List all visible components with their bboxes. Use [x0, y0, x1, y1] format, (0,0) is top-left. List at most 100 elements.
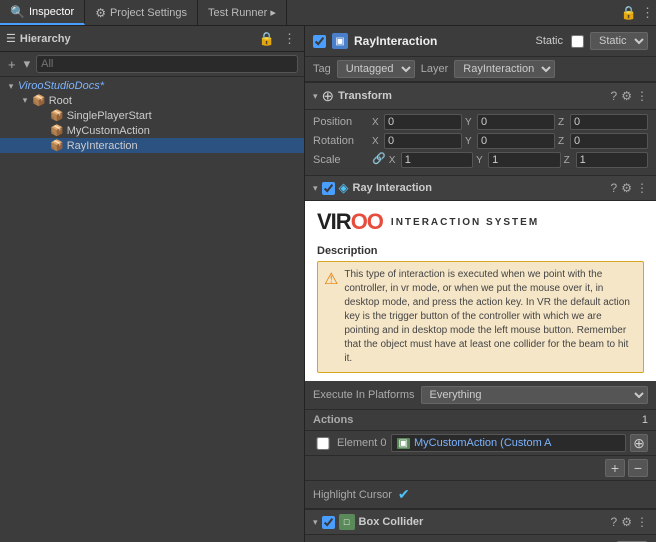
element-value[interactable]: ▣ MyCustomAction (Custom A [391, 434, 626, 452]
tab-bar-lock-button[interactable]: 🔒 [619, 5, 639, 21]
element-add-button[interactable]: ⊕ [630, 434, 648, 452]
rotation-z-input[interactable] [570, 133, 648, 149]
add-item-button[interactable]: + [6, 57, 18, 72]
tab-project-settings-label: Project Settings [110, 7, 187, 19]
ray-interaction-more-button[interactable]: ⋮ [636, 181, 648, 195]
main-layout: ☰ Hierarchy 🔒 ⋮ + ▾ ▾ VirooStudioDocs* ▾… [0, 26, 656, 542]
tree-item-rayinteraction[interactable]: 📦 RayInteraction [0, 138, 304, 153]
tree-item-singleplayerstart[interactable]: 📦 SinglePlayerStart [0, 108, 304, 123]
scale-z-field: Z [564, 152, 648, 168]
link-icon: 🔗 [372, 152, 386, 168]
ray-interaction-help-button[interactable]: ? [611, 181, 618, 195]
inspector-panel: ▣ RayInteraction Static Static Tag Untag… [305, 26, 656, 542]
rotation-z-field: Z [558, 133, 648, 149]
element-checkbox[interactable] [313, 437, 333, 450]
description-title: Description [317, 245, 644, 257]
tree-label-viroostudio: VirooStudioDocs* [18, 80, 104, 92]
scale-z-input[interactable] [576, 152, 648, 168]
rotation-x-input[interactable] [384, 133, 462, 149]
rotation-xyz: X Y Z [372, 133, 648, 149]
remove-element-button[interactable]: − [628, 459, 648, 477]
element-row: Element 0 ▣ MyCustomAction (Custom A ⊕ [305, 431, 656, 456]
mycustomaction-icon: 📦 [50, 124, 64, 137]
hierarchy-icon: ☰ [6, 32, 16, 45]
hierarchy-dropdown-button[interactable]: ▾ [22, 56, 33, 72]
description-box: ⚠ This type of interaction is executed w… [317, 261, 644, 373]
tag-select[interactable]: Untagged [337, 60, 415, 78]
tree-item-viroostudio[interactable]: ▾ VirooStudioDocs* [0, 79, 304, 93]
hierarchy-search-input[interactable] [36, 55, 298, 73]
tree-item-mycustomaction[interactable]: 📦 MyCustomAction [0, 123, 304, 138]
tree-item-root[interactable]: ▾ 📦 Root [0, 93, 304, 108]
tree-arrow-viroostudio: ▾ [4, 81, 18, 92]
tree-label-rayinteraction: RayInteraction [67, 140, 138, 152]
rotation-y-input[interactable] [477, 133, 555, 149]
transform-help-button[interactable]: ? [611, 89, 618, 103]
ray-interaction-arrow: ▾ [313, 183, 318, 194]
static-checkbox[interactable] [571, 35, 584, 48]
object-header: ▣ RayInteraction Static Static [305, 26, 656, 57]
position-x-field: X [372, 114, 462, 130]
scale-x-input[interactable] [401, 152, 473, 168]
tree-arrow-rayinteraction [36, 141, 50, 151]
tab-inspector[interactable]: 🔍 Inspector [0, 0, 85, 25]
hierarchy-panel: ☰ Hierarchy 🔒 ⋮ + ▾ ▾ VirooStudioDocs* ▾… [0, 26, 305, 542]
rotation-x-field: X [372, 133, 462, 149]
position-x-input[interactable] [384, 114, 462, 130]
ray-interaction-icon: ◈ [339, 180, 349, 196]
highlight-cursor-row: Highlight Cursor ✔ [305, 481, 656, 509]
box-collider-icon: □ [339, 514, 355, 530]
scale-y-input[interactable] [488, 152, 560, 168]
ray-interaction-enabled-checkbox[interactable] [322, 182, 335, 195]
static-label: Static [535, 35, 563, 47]
transform-more-button[interactable]: ⋮ [636, 89, 648, 103]
box-collider-enabled-checkbox[interactable] [322, 516, 335, 529]
box-collider-settings-button[interactable]: ⚙ [621, 515, 632, 529]
position-label: Position [313, 116, 368, 128]
hierarchy-more-button[interactable]: ⋮ [281, 31, 298, 47]
ray-interaction-section-header[interactable]: ▾ ◈ Ray Interaction ? ⚙ ⋮ [305, 175, 656, 201]
ray-interaction-settings-button[interactable]: ⚙ [621, 181, 632, 195]
tree-view: ▾ VirooStudioDocs* ▾ 📦 Root 📦 SinglePlay… [0, 77, 304, 542]
box-collider-more-button[interactable]: ⋮ [636, 515, 648, 529]
box-collider-help-button[interactable]: ? [611, 515, 618, 529]
scale-row: Scale 🔗 X Y Z [313, 152, 648, 168]
rotation-y-field: Y [465, 133, 555, 149]
box-collider-header[interactable]: ▾ □ Box Collider ? ⚙ ⋮ [305, 509, 656, 535]
rotation-z-letter: Z [558, 136, 568, 147]
scale-x-field: X [389, 152, 473, 168]
tree-arrow-singleplayerstart [36, 111, 50, 121]
actions-title: Actions [313, 414, 642, 426]
position-z-letter: Z [558, 117, 568, 128]
transform-title: Transform [338, 90, 606, 102]
platform-row: Execute In Platforms Everything [305, 381, 656, 410]
hierarchy-toolbar: + ▾ [0, 52, 304, 77]
rotation-y-letter: Y [465, 136, 475, 147]
position-row: Position X Y Z [313, 114, 648, 130]
hierarchy-lock-button[interactable]: 🔒 [257, 31, 277, 47]
position-y-input[interactable] [477, 114, 555, 130]
position-xyz: X Y Z [372, 114, 648, 130]
rotation-label: Rotation [313, 135, 368, 147]
tree-label-root: Root [49, 95, 72, 107]
scale-label: Scale [313, 154, 368, 166]
transform-settings-button[interactable]: ⚙ [621, 89, 632, 103]
transform-section-header[interactable]: ▾ ⊕ Transform ? ⚙ ⋮ [305, 82, 656, 110]
viroo-logo: VIROO [317, 209, 383, 235]
box-collider-title: Box Collider [359, 516, 607, 528]
position-z-input[interactable] [570, 114, 648, 130]
object-enabled-checkbox[interactable] [313, 35, 326, 48]
layer-select[interactable]: RayInteraction [454, 60, 555, 78]
tab-bar-more-button[interactable]: ⋮ [639, 5, 656, 21]
tab-test-runner[interactable]: Test Runner ▸ [198, 0, 287, 25]
object-name: RayInteraction [354, 34, 529, 48]
element-obj-icon: ▣ [397, 438, 410, 449]
add-element-button[interactable]: + [605, 459, 625, 477]
platform-select[interactable]: Everything [421, 386, 649, 404]
position-y-letter: Y [465, 117, 475, 128]
viroo-banner: VIROO INTERACTION SYSTEM [305, 201, 656, 239]
scale-x-letter: X [389, 155, 399, 166]
tab-project-settings[interactable]: ⚙ Project Settings [85, 0, 198, 25]
static-dropdown[interactable]: Static [590, 32, 648, 50]
description-text: This type of interaction is executed whe… [344, 268, 637, 366]
